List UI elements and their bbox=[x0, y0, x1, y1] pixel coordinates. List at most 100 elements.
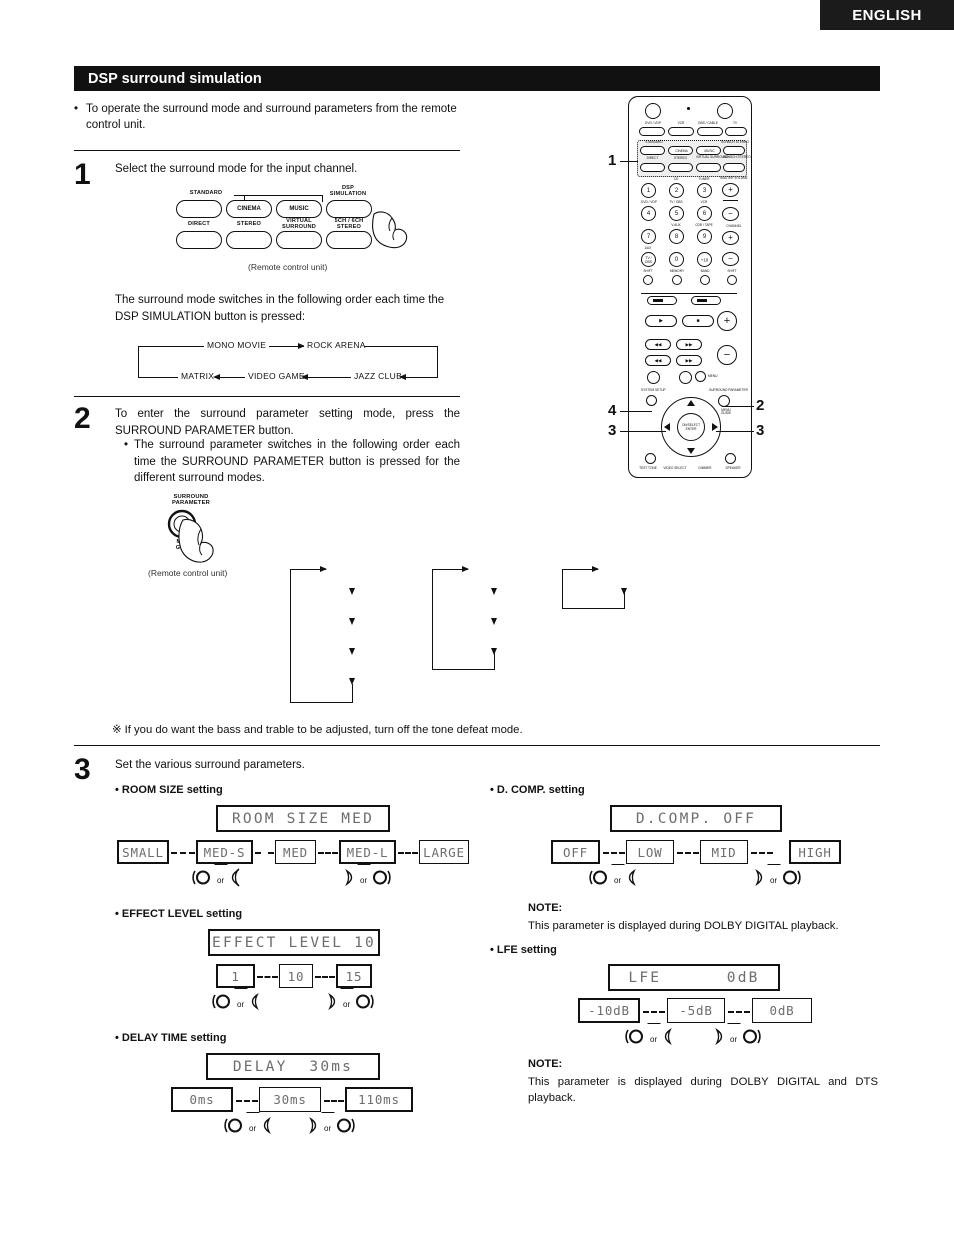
delay-time-option-110ms[interactable]: 110ms bbox=[345, 1087, 413, 1112]
remote-button-band[interactable] bbox=[700, 275, 710, 285]
knob-rotate-left-icon-5[interactable] bbox=[625, 1027, 645, 1046]
d-comp-option-off[interactable]: OFF bbox=[551, 840, 600, 864]
remote-big-minus-button[interactable]: − bbox=[717, 345, 737, 365]
delay-time-option-30ms[interactable]: 30ms bbox=[259, 1087, 321, 1112]
knob-rotate-left-icon-2[interactable] bbox=[212, 992, 232, 1011]
remote-key-0[interactable]: 0 bbox=[669, 252, 684, 267]
remote-prev-button[interactable]: ◀◀ bbox=[645, 339, 671, 350]
remote-key-3[interactable]: 3 bbox=[697, 183, 712, 198]
remote-button-memory[interactable] bbox=[672, 275, 682, 285]
knob-rotate-right-icon-5[interactable] bbox=[742, 1027, 762, 1046]
remote-channel-down-button[interactable]: − bbox=[722, 252, 739, 266]
remote-button-tv[interactable] bbox=[725, 127, 747, 136]
remote-dpad-right-icon[interactable] bbox=[712, 423, 718, 431]
room-size-option-small[interactable]: SMALL bbox=[117, 840, 169, 864]
effect-level-knob-right[interactable]: or bbox=[324, 987, 375, 1011]
remote-record-button[interactable] bbox=[679, 371, 692, 384]
cursor-left-button-icon-5[interactable] bbox=[662, 1027, 676, 1046]
delay-time-option-0ms[interactable]: 0ms bbox=[171, 1087, 233, 1112]
remote-button-standard[interactable] bbox=[640, 146, 665, 155]
remote-button-stereo[interactable] bbox=[668, 163, 693, 172]
remote-key-1[interactable]: 1 bbox=[641, 183, 656, 198]
button-cinema[interactable]: CINEMA bbox=[226, 200, 272, 218]
d-comp-knob-right[interactable]: or bbox=[751, 863, 802, 887]
effect-level-option-15[interactable]: 15 bbox=[336, 964, 372, 988]
knob-rotate-left-icon-3[interactable] bbox=[224, 1116, 244, 1135]
button-virtual-surround[interactable] bbox=[276, 231, 322, 249]
knob-rotate-right-icon-3[interactable] bbox=[336, 1116, 356, 1135]
cursor-right-button-icon-5[interactable] bbox=[711, 1027, 725, 1046]
lfe-knob-right[interactable]: or bbox=[711, 1022, 762, 1046]
remote-fastforward-button[interactable]: ▶▶ bbox=[676, 355, 702, 366]
cursor-right-button-icon[interactable] bbox=[341, 868, 355, 887]
remote-big-plus-button[interactable]: + bbox=[717, 311, 737, 331]
remote-button-vcr[interactable] bbox=[668, 127, 694, 136]
button-standard[interactable] bbox=[176, 200, 222, 218]
lfe-knob-left[interactable]: or bbox=[625, 1022, 676, 1046]
cursor-left-button-icon-4[interactable] bbox=[626, 868, 640, 887]
cursor-left-button-icon-3[interactable] bbox=[261, 1116, 275, 1135]
knob-rotate-right-icon-4[interactable] bbox=[782, 868, 802, 887]
room-size-option-med-l[interactable]: MED-L bbox=[339, 840, 396, 864]
remote-button-virtual-surround[interactable] bbox=[696, 163, 721, 172]
delay-time-knob-left[interactable]: or bbox=[224, 1111, 275, 1135]
remote-button-shift[interactable] bbox=[643, 275, 653, 285]
cursor-right-button-icon-2[interactable] bbox=[324, 992, 338, 1011]
button-5ch-6ch-stereo[interactable] bbox=[326, 231, 372, 249]
knob-rotate-right-icon-2[interactable] bbox=[355, 992, 375, 1011]
remote-slider-thumb-right[interactable] bbox=[697, 299, 707, 302]
button-stereo[interactable] bbox=[226, 231, 272, 249]
remote-button-dbs-cable[interactable] bbox=[697, 127, 723, 136]
remote-key-9[interactable]: 9 bbox=[697, 229, 712, 244]
room-size-option-med-s[interactable]: MED-S bbox=[196, 840, 253, 864]
remote-dpad-left-icon[interactable] bbox=[664, 423, 670, 431]
effect-level-option-1[interactable]: 1 bbox=[216, 964, 255, 988]
button-dsp-simulation[interactable] bbox=[326, 200, 372, 218]
room-size-option-large[interactable]: LARGE bbox=[419, 840, 469, 864]
remote-volume-down-button[interactable]: − bbox=[722, 207, 739, 221]
remote-key-plus10[interactable]: +10 bbox=[697, 252, 712, 267]
delay-time-knob-right[interactable]: or bbox=[305, 1111, 356, 1135]
remote-bottom-button-right[interactable] bbox=[725, 453, 736, 464]
remote-bottom-button-left[interactable] bbox=[645, 453, 656, 464]
room-size-knob-left[interactable]: or bbox=[192, 863, 243, 887]
remote-button-direct[interactable] bbox=[640, 163, 665, 172]
cursor-right-button-icon-4[interactable] bbox=[751, 868, 765, 887]
remote-button-music[interactable]: MUSIC bbox=[696, 146, 721, 155]
knob-rotate-left-icon[interactable] bbox=[192, 868, 212, 887]
remote-button-cinema[interactable]: CINEMA bbox=[668, 146, 693, 155]
remote-next-button[interactable]: ▶▶ bbox=[676, 339, 702, 350]
remote-volume-up-button[interactable]: + bbox=[722, 183, 739, 197]
remote-button-shift-2[interactable] bbox=[727, 275, 737, 285]
knob-rotate-right-icon[interactable] bbox=[372, 868, 392, 887]
room-size-option-med[interactable]: MED bbox=[275, 840, 316, 864]
remote-menu-button[interactable] bbox=[695, 371, 706, 382]
d-comp-option-mid[interactable]: MID bbox=[700, 840, 748, 864]
remote-key-8[interactable]: 8 bbox=[669, 229, 684, 244]
effect-level-option-10[interactable]: 10 bbox=[279, 964, 313, 988]
room-size-knob-right[interactable]: or bbox=[341, 863, 392, 887]
remote-button-dsp-simulation[interactable] bbox=[723, 146, 745, 155]
remote-power-button[interactable] bbox=[717, 103, 733, 119]
d-comp-knob-left[interactable]: or bbox=[589, 863, 640, 887]
remote-key-5[interactable]: 5 bbox=[669, 206, 684, 221]
remote-key-tv-dbs[interactable]: TV / DBS bbox=[641, 252, 656, 267]
lfe-option-minus5db[interactable]: -5dB bbox=[667, 998, 725, 1023]
remote-channel-up-button[interactable]: + bbox=[722, 231, 739, 245]
remote-pause-button[interactable] bbox=[647, 371, 660, 384]
remote-system-setup-button[interactable] bbox=[646, 395, 657, 406]
remote-dpad-down-icon[interactable] bbox=[687, 448, 695, 454]
remote-button-5ch-6ch-stereo[interactable] bbox=[723, 163, 745, 172]
remote-key-2[interactable]: 2 bbox=[669, 183, 684, 198]
remote-play-button[interactable]: ▶ bbox=[645, 315, 677, 327]
effect-level-knob-left[interactable]: or bbox=[212, 987, 263, 1011]
remote-key-7[interactable]: 7 bbox=[641, 229, 656, 244]
d-comp-option-low[interactable]: LOW bbox=[626, 840, 674, 864]
remote-key-6[interactable]: 6 bbox=[697, 206, 712, 221]
remote-select-enter-button[interactable]: ON/SELECT ENTER bbox=[677, 413, 705, 441]
remote-stop-button[interactable]: ■ bbox=[682, 315, 714, 327]
remote-button-dvd-vdp[interactable] bbox=[639, 127, 665, 136]
d-comp-option-high[interactable]: HIGH bbox=[789, 840, 841, 864]
remote-key-4[interactable]: 4 bbox=[641, 206, 656, 221]
remote-dpad-up-icon[interactable] bbox=[687, 400, 695, 406]
